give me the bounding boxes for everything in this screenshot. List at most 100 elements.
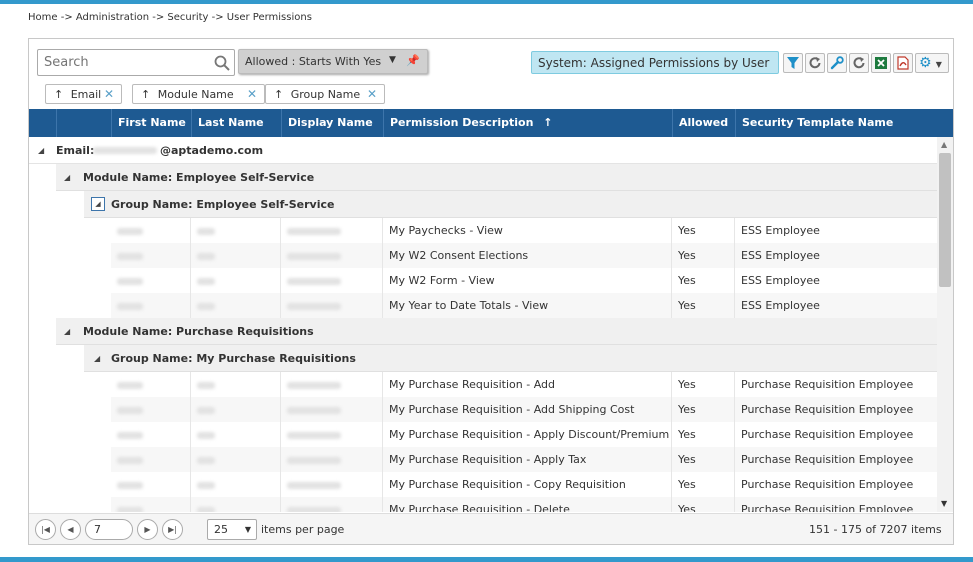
scrollbar-thumb[interactable] <box>939 153 951 287</box>
redacted-value <box>117 481 143 489</box>
table-row[interactable]: My Year to Date Totals - View Yes ESS Empl… <box>111 293 937 318</box>
redacted-value <box>197 302 215 310</box>
group-indent-header <box>56 109 111 137</box>
table-row[interactable]: My Purchase Requisition - Add Shipping C… <box>111 397 937 422</box>
filter-icon[interactable] <box>783 53 803 73</box>
cell-permission-description: My Purchase Requisition - Delete <box>383 497 672 512</box>
redacted-email <box>93 147 157 154</box>
collapse-icon[interactable]: ◢ <box>38 137 44 164</box>
table-row[interactable]: My Purchase Requisition - Copy Requisiti… <box>111 472 937 497</box>
cell-last-name <box>191 268 281 293</box>
first-page-icon[interactable]: |◀ <box>35 519 56 540</box>
cell-security-template: Purchase Requisition Employee <box>741 428 914 441</box>
collapse-icon[interactable]: ◢ <box>64 318 70 345</box>
page-size-value: 25 <box>214 523 228 536</box>
close-icon[interactable]: ✕ <box>367 87 377 101</box>
group-chip-module-name[interactable]: ↑ Module Name ✕ <box>132 84 265 104</box>
top-accent-bar <box>0 0 973 4</box>
excel-icon[interactable] <box>871 53 891 73</box>
table-row[interactable]: My Purchase Requisition - Apply Discount… <box>111 422 937 447</box>
collapse-icon[interactable]: ◢ <box>91 197 105 211</box>
redacted-value <box>117 277 143 285</box>
close-icon[interactable]: ✕ <box>247 87 257 101</box>
cell-allowed: Yes <box>672 218 735 243</box>
table-row[interactable]: My Purchase Requisition - Delete Yes Purch… <box>111 497 937 512</box>
search-input[interactable] <box>38 50 208 75</box>
collapse-icon[interactable]: ◢ <box>64 164 70 191</box>
search-box[interactable] <box>37 49 235 76</box>
refresh-icon[interactable] <box>849 53 869 73</box>
column-header-display-name[interactable]: Display Name <box>281 109 383 137</box>
search-icon[interactable] <box>214 55 230 71</box>
cell-display-name <box>281 472 383 497</box>
pager-summary: 151 - 175 of 7207 items <box>809 523 942 536</box>
next-page-icon[interactable]: ▶ <box>137 519 158 540</box>
page-size-select[interactable]: 25 ▼ <box>207 519 257 540</box>
cell-security-template: Purchase Requisition Employee <box>741 378 914 391</box>
table-row[interactable]: My Purchase Requisition - Add Yes Purchase… <box>111 372 937 397</box>
group-row-group: ◢ Group Name: My Purchase Requisitions <box>84 345 937 372</box>
redacted-value <box>287 227 341 235</box>
redacted-value <box>287 506 341 512</box>
chevron-down-icon[interactable]: ▼ <box>245 525 251 534</box>
last-page-icon[interactable]: ▶| <box>162 519 183 540</box>
table-row[interactable]: My W2 Consent Elections Yes ESS Employee <box>111 243 937 268</box>
column-header-first-name[interactable]: First Name <box>111 109 191 137</box>
redacted-value <box>117 431 143 439</box>
cell-display-name <box>281 243 383 268</box>
cell-permission-description: My W2 Consent Elections <box>383 243 672 268</box>
table-row[interactable]: My W2 Form - View Yes ESS Employee <box>111 268 937 293</box>
cell-first-name <box>111 397 191 422</box>
table-row[interactable]: My Paychecks - View Yes ESS Employee <box>111 218 937 243</box>
table-row[interactable]: My Purchase Requisition - Apply Tax Yes Pu… <box>111 447 937 472</box>
cell-first-name <box>111 243 191 268</box>
close-icon[interactable]: ✕ <box>104 87 114 101</box>
redacted-value <box>197 431 215 439</box>
redacted-value <box>117 456 143 464</box>
group-chip-group-name[interactable]: ↑ Group Name ✕ <box>265 84 385 104</box>
cell-first-name <box>111 497 191 512</box>
pin-icon[interactable]: 📌 <box>406 54 420 67</box>
refresh-icon[interactable] <box>805 53 825 73</box>
group-chip-label: Module Name <box>157 88 234 101</box>
settings-menu[interactable]: ⚙ ▼ <box>915 53 949 73</box>
column-header-label: Permission Description <box>390 116 534 129</box>
group-row-email: ◢ Email: @aptademo.com <box>29 137 937 164</box>
wrench-icon[interactable] <box>827 53 847 73</box>
column-header-security-template[interactable]: Security Template Name <box>735 109 939 137</box>
column-header-allowed[interactable]: Allowed <box>672 109 735 137</box>
redacted-value <box>117 506 143 512</box>
scroll-up-icon[interactable]: ▲ <box>941 140 947 149</box>
cell-allowed: Yes <box>672 243 735 268</box>
cell-last-name <box>191 447 281 472</box>
redacted-value <box>287 302 341 310</box>
allowed-filter-chip[interactable]: Allowed : Starts With Yes ▼ 📌 <box>238 49 428 74</box>
grid-panel: Allowed : Starts With Yes ▼ 📌 System: As… <box>28 38 954 545</box>
chevron-down-icon[interactable]: ▼ <box>936 60 942 69</box>
cell-allowed: Yes <box>672 397 735 422</box>
chevron-down-icon[interactable]: ▼ <box>389 55 396 65</box>
cell-permission-description: My Purchase Requisition - Apply Tax <box>383 447 672 472</box>
vertical-scrollbar[interactable]: ▲ ▼ <box>937 137 953 512</box>
cell-security-template: Purchase Requisition Employee <box>741 503 914 512</box>
redacted-value <box>197 481 215 489</box>
collapse-icon[interactable]: ◢ <box>94 345 100 372</box>
pdf-icon[interactable] <box>893 53 913 73</box>
group-chip-email[interactable]: ↑ Email ✕ <box>45 84 122 104</box>
redacted-value <box>197 252 215 260</box>
system-view-button[interactable]: System: Assigned Permissions by User <box>531 51 779 74</box>
redacted-value <box>287 456 341 464</box>
column-header-permission-description[interactable]: Permission Description ↑ <box>383 109 672 137</box>
redacted-value <box>287 252 341 260</box>
cell-security-template: ESS Employee <box>741 224 820 237</box>
scroll-down-icon[interactable]: ▼ <box>941 499 947 508</box>
gear-icon[interactable]: ⚙ <box>919 55 932 71</box>
cell-allowed: Yes <box>672 447 735 472</box>
cell-last-name <box>191 218 281 243</box>
prev-page-icon[interactable]: ◀ <box>60 519 81 540</box>
redacted-value <box>197 277 215 285</box>
page-input[interactable]: 7 <box>85 519 133 540</box>
cell-display-name <box>281 372 383 397</box>
cell-first-name <box>111 422 191 447</box>
column-header-last-name[interactable]: Last Name <box>191 109 281 137</box>
